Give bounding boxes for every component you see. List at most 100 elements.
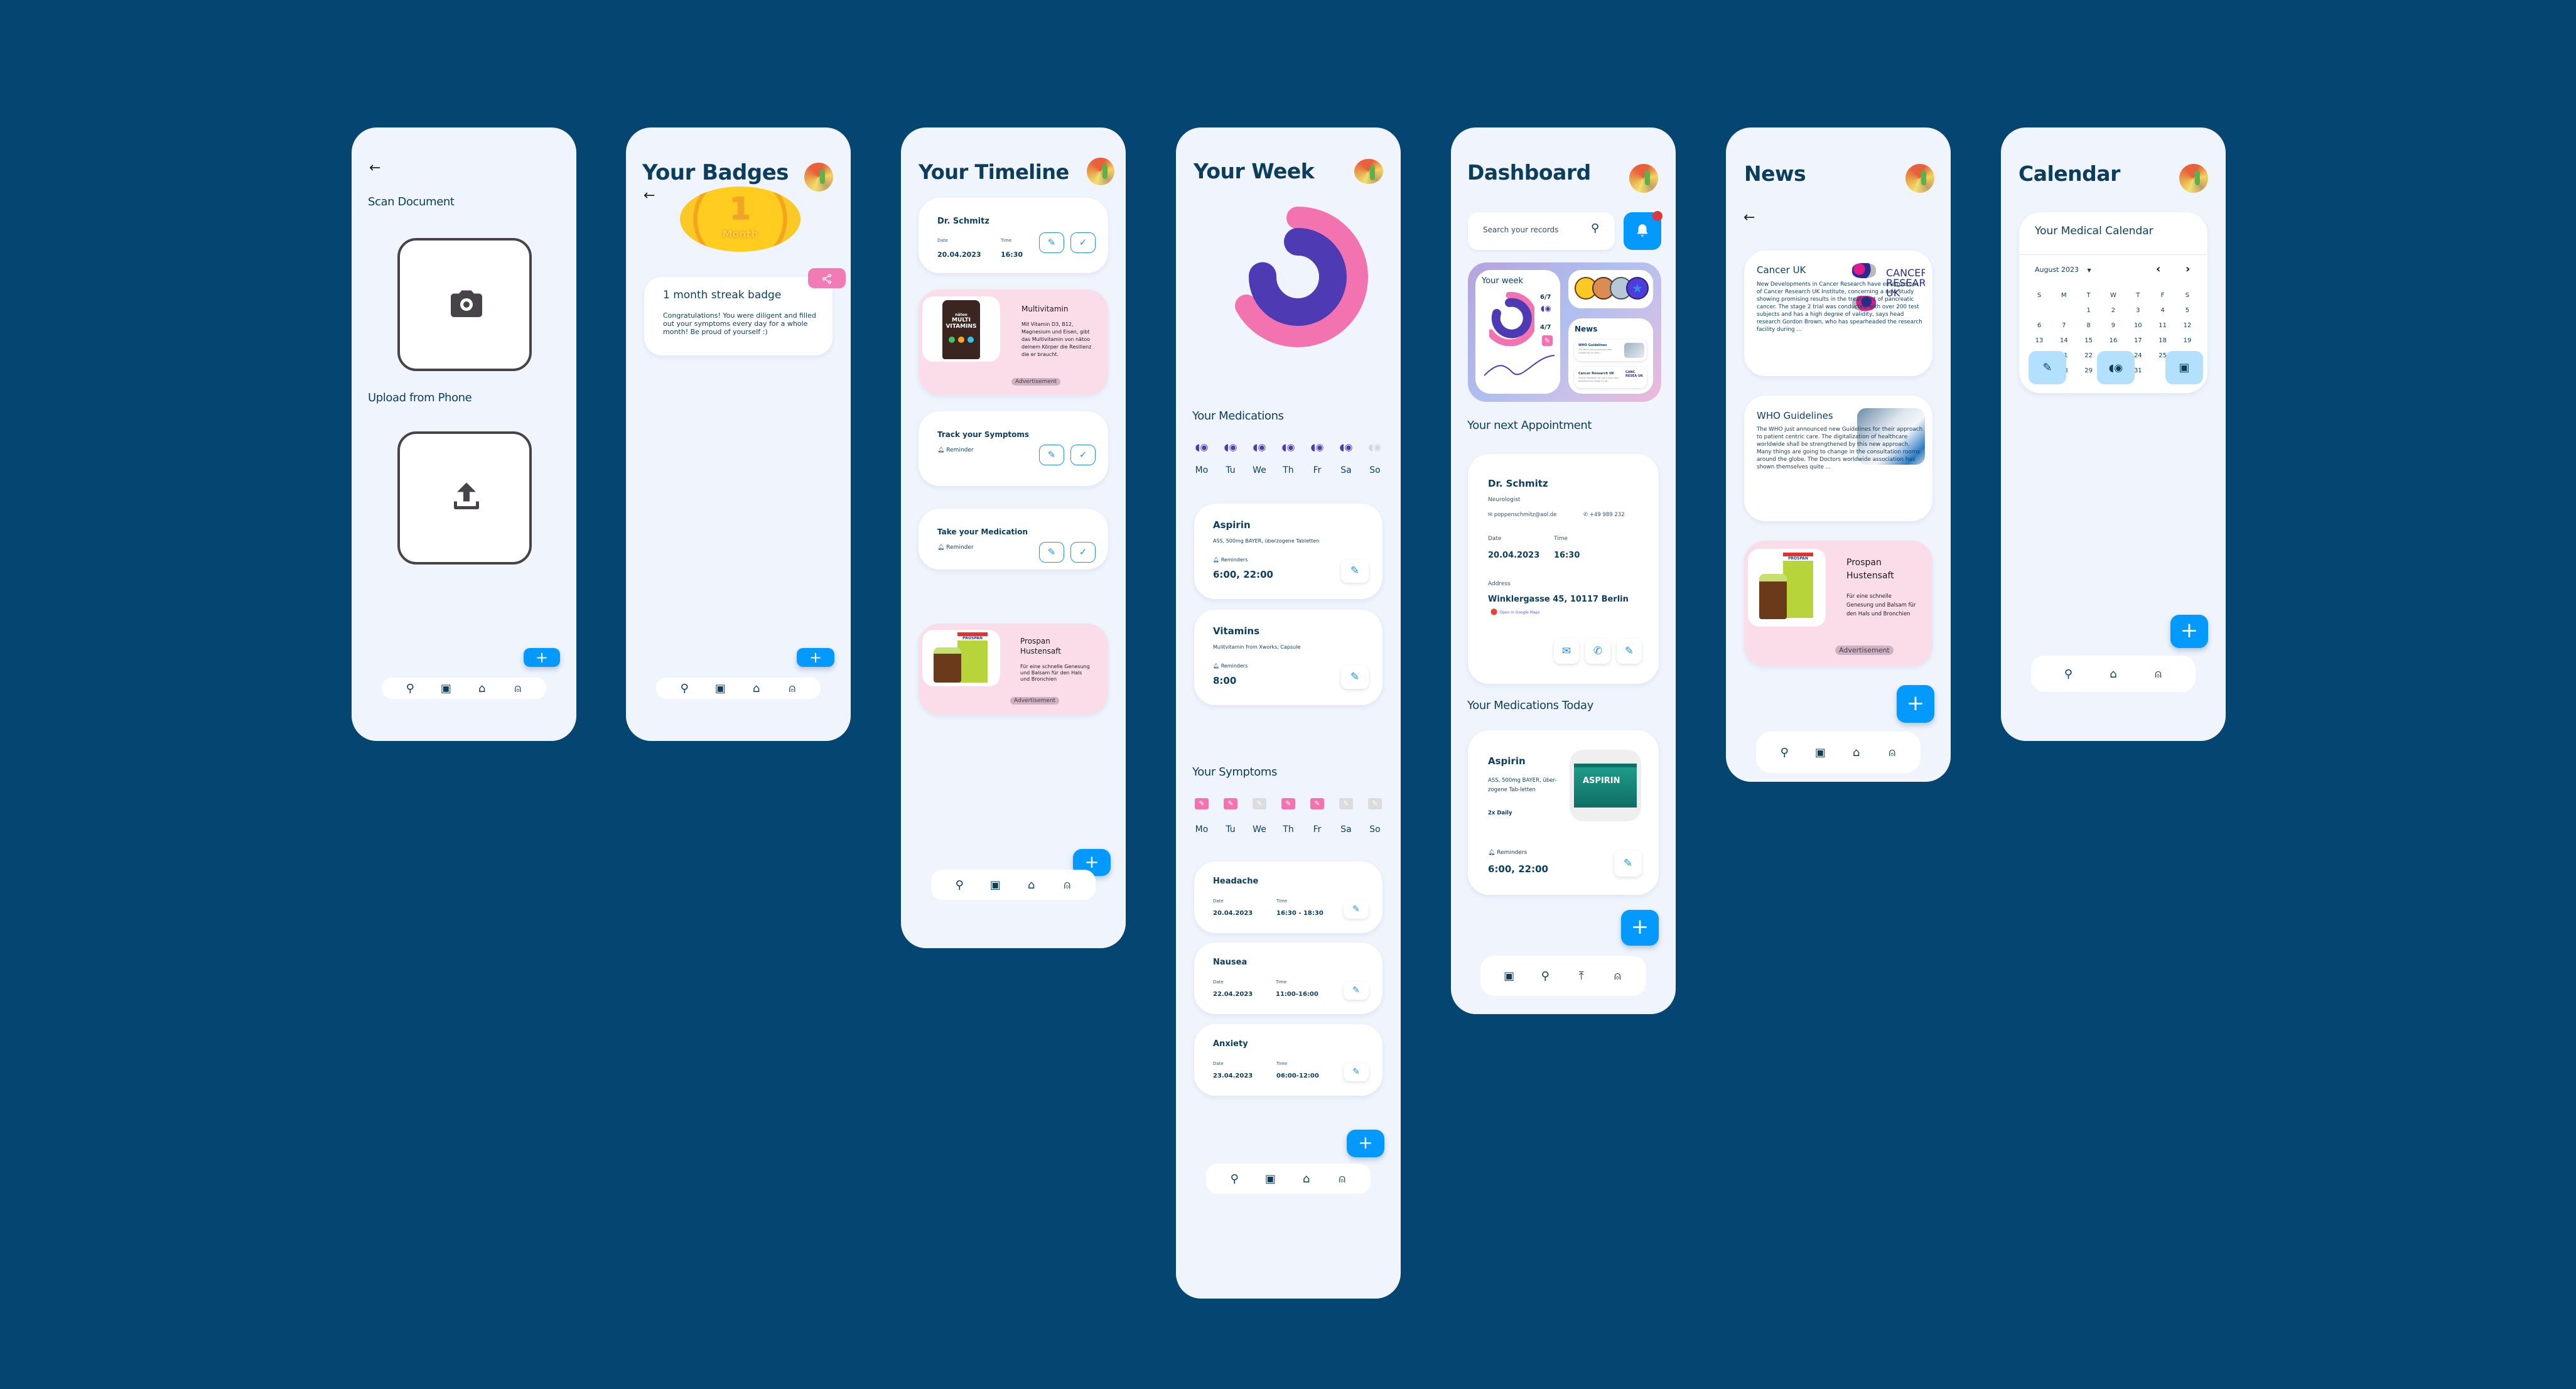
calendar-day[interactable]: 3	[2126, 307, 2149, 314]
calendar-day[interactable]: 4	[2152, 307, 2174, 314]
symptom-day-slot[interactable]: ✎	[1308, 798, 1327, 809]
medication-card[interactable]: Vitamins Mulitvitamin from Xworks, Capsu…	[1194, 610, 1382, 705]
reminder-card-symptoms[interactable]: Track your Symptoms 🔔︎ Reminder ✎ ✓	[919, 411, 1108, 486]
profile-icon[interactable]: ⍝	[1335, 1172, 1350, 1186]
home-icon[interactable]: ⌂	[2106, 667, 2121, 681]
avatar[interactable]	[2179, 164, 2208, 193]
calendar-icon[interactable]: ▣	[1263, 1172, 1278, 1186]
calendar-day[interactable]: 16	[2102, 337, 2125, 344]
calendar-day[interactable]: 19	[2176, 337, 2199, 344]
search-field[interactable]: Search your records ⚲	[1468, 212, 1615, 250]
google-maps-link[interactable]: ⬤ Open in Google Maps	[1490, 608, 1540, 615]
email-button[interactable]: ✉	[1554, 639, 1579, 664]
edit-button[interactable]: ✎	[1617, 639, 1642, 664]
search-icon[interactable]: ⚲	[1227, 1172, 1242, 1186]
edit-button[interactable]: ✎	[1039, 445, 1064, 465]
share-button[interactable]	[808, 268, 846, 288]
calendar-day[interactable]: 7	[2052, 322, 2075, 329]
edit-button[interactable]: ✎	[1344, 900, 1369, 919]
edit-button[interactable]: ✎	[1039, 542, 1064, 563]
next-month-button[interactable]: ›	[2185, 262, 2190, 276]
home-icon[interactable]: ⌂	[749, 682, 764, 695]
search-icon[interactable]: ⚲	[1538, 970, 1553, 983]
upload-icon[interactable]: ⤒	[1574, 970, 1589, 983]
calendar-day[interactable]: 15	[2078, 337, 2100, 344]
ad-card-prospan[interactable]: PROSPAN Prospan Hustensaft Für eine schn…	[1744, 541, 1932, 666]
search-icon[interactable]: ⚲	[1777, 746, 1792, 759]
ad-card-multivitamin[interactable]: nätoo MULTI VITAMINS Multivitamin Mit Vi…	[919, 289, 1108, 395]
calendar-icon[interactable]: ▣	[1813, 746, 1828, 759]
widget-badges[interactable]: ★	[1568, 270, 1653, 308]
doctor-email[interactable]: ✉ poppenschmitz@aol.de	[1488, 512, 1556, 518]
pill-icon[interactable]: ◖◉	[1250, 441, 1269, 453]
edit-button[interactable]: ✎	[1341, 666, 1369, 689]
add-button[interactable]: +	[797, 648, 834, 667]
pill-icon[interactable]: ◖◉	[1279, 441, 1298, 453]
add-button[interactable]: +	[524, 648, 560, 667]
home-icon[interactable]: ⌂	[1849, 746, 1864, 759]
add-button[interactable]: +	[1621, 910, 1659, 946]
avatar[interactable]	[804, 163, 833, 192]
symptom-day-slot[interactable]: ✎	[1366, 798, 1384, 809]
back-arrow-icon[interactable]: ←	[369, 160, 380, 176]
add-appointment-button[interactable]: ▣	[2165, 351, 2203, 384]
home-icon[interactable]: ⌂	[1024, 878, 1039, 892]
log-symptom-button[interactable]: ✎	[2029, 351, 2066, 384]
news-item[interactable]: WHO Guidelines The WHO just announced ne…	[1575, 340, 1647, 361]
search-icon[interactable]: ⚲	[2061, 667, 2076, 681]
ad-card-prospan[interactable]: PROSPAN Prospan Hustensaft Für eine schn…	[919, 624, 1108, 715]
pill-icon[interactable]: ◖◉	[1221, 441, 1240, 453]
symptom-day-slot[interactable]: ✎	[1279, 798, 1298, 809]
pill-icon[interactable]: ◖◉	[1192, 441, 1211, 453]
profile-icon[interactable]: ⍝	[785, 682, 800, 695]
medication-card[interactable]: Aspirin ASS, 500mg BAYER, über-zogene Ta…	[1468, 730, 1659, 895]
calendar-icon[interactable]: ▣	[988, 878, 1003, 892]
news-card[interactable]: WHO Guidelines The WHO just announced ne…	[1744, 396, 1932, 521]
log-medication-button[interactable]: ◖◉	[2097, 351, 2135, 384]
pill-icon[interactable]: ◖◉	[1308, 441, 1327, 453]
avatar[interactable]	[1629, 164, 1658, 193]
calendar-day[interactable]: 8	[2078, 322, 2100, 329]
calendar-icon[interactable]: ▣	[713, 682, 728, 695]
back-arrow-icon[interactable]: ←	[1743, 210, 1755, 225]
search-icon[interactable]: ⚲	[402, 682, 418, 695]
edit-button[interactable]: ✎	[1344, 1063, 1369, 1081]
news-item[interactable]: Cancer Research UK Cancer Research UK ha…	[1575, 367, 1647, 388]
doctor-phone[interactable]: ✆ +49 989 232	[1583, 512, 1625, 518]
calendar-day[interactable]: 5	[2176, 307, 2199, 314]
check-button[interactable]: ✓	[1070, 445, 1096, 465]
widget-news[interactable]: News WHO Guidelines The WHO just announc…	[1568, 318, 1653, 394]
notification-button[interactable]	[1624, 211, 1663, 250]
profile-icon[interactable]: ⍝	[1610, 970, 1625, 983]
profile-icon[interactable]: ⍝	[1060, 878, 1075, 892]
symptom-card[interactable]: Anxiety Date 23.04.2023 Time 06:00-12:00…	[1194, 1024, 1382, 1096]
symptom-card[interactable]: Nausea Date 22.04.2023 Time 11:00-16:00 …	[1194, 943, 1382, 1014]
add-button[interactable]: +	[1347, 1130, 1384, 1157]
calendar-day[interactable]: 1	[2078, 307, 2100, 314]
call-button[interactable]: ✆	[1585, 639, 1610, 664]
calendar-icon[interactable]: ▣	[438, 682, 453, 695]
home-icon[interactable]: ⌂	[1299, 1172, 1314, 1186]
avatar[interactable]	[1087, 158, 1114, 185]
appointment-card[interactable]: Dr. Schmitz Date 20.04.2023 Time 16:30 ✎…	[919, 198, 1108, 273]
avatar[interactable]	[1905, 164, 1934, 193]
prev-month-button[interactable]: ‹	[2156, 262, 2160, 276]
home-icon[interactable]: ⌂	[475, 682, 490, 695]
check-button[interactable]: ✓	[1070, 232, 1096, 253]
upload-button[interactable]	[397, 431, 532, 565]
search-icon[interactable]: ⚲	[952, 878, 967, 892]
calendar-day[interactable]: 10	[2126, 322, 2149, 329]
edit-button[interactable]: ✎	[1614, 850, 1642, 877]
symptom-day-slot[interactable]: ✎	[1250, 798, 1269, 809]
calendar-day[interactable]: 2	[2102, 307, 2125, 314]
news-card[interactable]: Cancer UK CANCER RESEARCH UK New Develop…	[1744, 251, 1932, 376]
edit-button[interactable]: ✎	[1341, 559, 1369, 583]
calendar-day[interactable]: 11	[2152, 322, 2174, 329]
search-input[interactable]: Search your records	[1483, 225, 1558, 234]
search-icon[interactable]: ⚲	[1591, 222, 1599, 235]
symptom-day-slot[interactable]: ✎	[1337, 798, 1355, 809]
month-selector[interactable]: August 2023 ▼	[2035, 266, 2091, 274]
pill-icon[interactable]: ◖◉	[1337, 441, 1355, 453]
profile-icon[interactable]: ⍝	[2151, 667, 2166, 681]
back-arrow-icon[interactable]: ←	[644, 188, 655, 203]
